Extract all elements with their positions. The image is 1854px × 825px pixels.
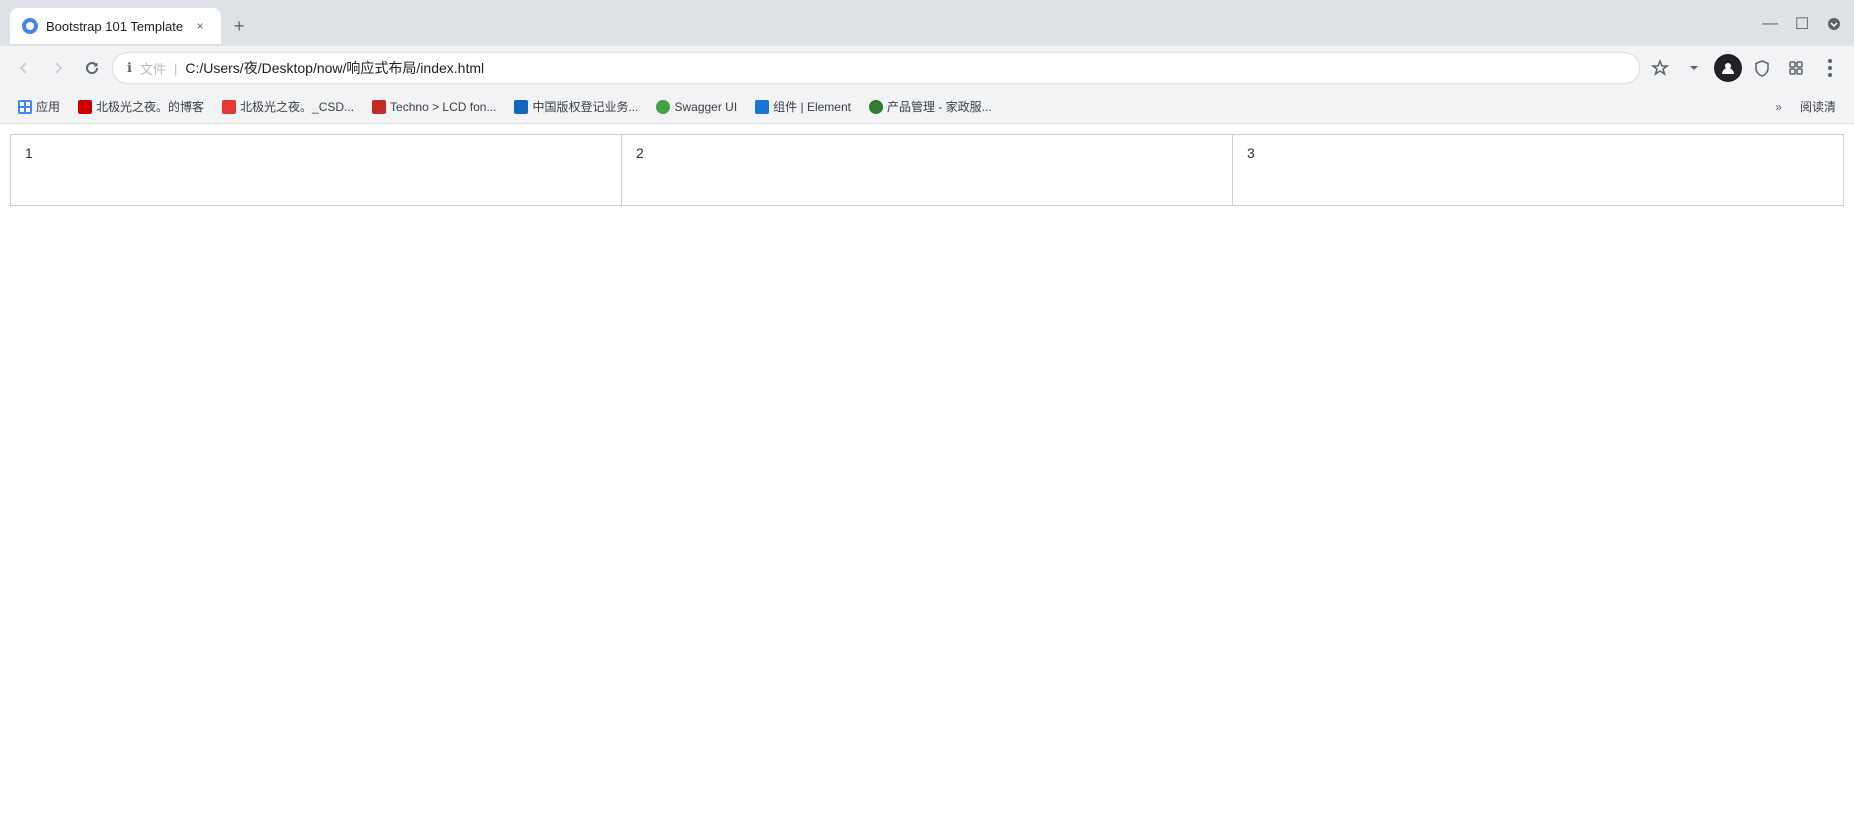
- chrome-more-menu[interactable]: [1816, 54, 1844, 82]
- refresh-button[interactable]: [78, 54, 106, 82]
- grid-cell-2: 2: [622, 135, 1233, 205]
- maximize-button[interactable]: ☐: [1792, 14, 1812, 34]
- forward-button[interactable]: [44, 54, 72, 82]
- grid-container: 1 2 3: [10, 134, 1844, 206]
- grid-cell-3: 3: [1233, 135, 1843, 205]
- address-text: C:/Users/夜/Desktop/now/响应式布局/index.html: [185, 58, 1625, 78]
- bookmark-favicon-element: [755, 100, 769, 114]
- bookmark-label-chanpin: 产品管理 - 家政服...: [887, 98, 992, 115]
- bookmark-baidu-blog[interactable]: 北极光之夜。的博客: [70, 94, 212, 119]
- bookmark-csdn[interactable]: 北极光之夜。_CSD...: [214, 94, 362, 119]
- grid-cell-1: 1: [11, 135, 622, 205]
- bookmark-label-swagger: Swagger UI: [674, 100, 737, 114]
- nav-actions: [1646, 54, 1844, 82]
- new-tab-button[interactable]: +: [225, 12, 253, 40]
- bookmark-favicon-apps: [18, 100, 32, 114]
- shield-icon[interactable]: [1748, 54, 1776, 82]
- address-pipe: |: [174, 61, 177, 76]
- minimize-button[interactable]: —: [1760, 14, 1780, 34]
- tab-bar: Bootstrap 101 Template × +: [10, 8, 1760, 44]
- chrome-menu-down-button[interactable]: [1680, 54, 1708, 82]
- bookmark-label-csdn: 北极光之夜。_CSD...: [240, 98, 354, 115]
- bookmark-favicon-zhongguo: [514, 100, 528, 114]
- bookmark-label-zhongguo: 中国版权登记业务...: [532, 98, 638, 115]
- bookmark-favicon-csdn: [222, 100, 236, 114]
- bookmark-label-apps: 应用: [36, 98, 60, 115]
- active-tab[interactable]: Bootstrap 101 Template ×: [10, 8, 221, 44]
- address-separator: 文件: [140, 59, 166, 78]
- bookmark-swagger[interactable]: Swagger UI: [648, 96, 745, 118]
- bookmark-zhongguo[interactable]: 中国版权登记业务...: [506, 94, 646, 119]
- bookmark-reading[interactable]: 阅读清: [1792, 94, 1844, 119]
- cell-3-label: 3: [1247, 145, 1255, 161]
- address-bar[interactable]: ℹ 文件 | C:/Users/夜/Desktop/now/响应式布局/inde…: [112, 52, 1640, 84]
- profile-avatar[interactable]: [1714, 54, 1742, 82]
- more-bookmarks-button[interactable]: »: [1767, 96, 1790, 118]
- bookmark-label-techno: Techno > LCD fon...: [390, 100, 496, 114]
- bookmark-element[interactable]: 组件 | Element: [747, 94, 859, 119]
- cell-1-label: 1: [25, 145, 33, 161]
- bookmark-favicon-swagger: [656, 100, 670, 114]
- tab-close-button[interactable]: ×: [191, 17, 209, 35]
- back-button[interactable]: [10, 54, 38, 82]
- bookmark-chanpin[interactable]: 产品管理 - 家政服...: [861, 94, 1000, 119]
- window-controls: — ☐: [1760, 14, 1844, 38]
- bookmark-star-button[interactable]: [1646, 54, 1674, 82]
- page-content: 1 2 3: [0, 124, 1854, 216]
- tab-favicon: [22, 18, 38, 34]
- cell-2-label: 2: [636, 145, 644, 161]
- bookmark-favicon-chanpin: [869, 100, 883, 114]
- bookmark-label-reading: 阅读清: [1800, 98, 1836, 115]
- title-bar: Bootstrap 101 Template × + — ☐: [0, 0, 1854, 46]
- bookmark-apps[interactable]: 应用: [10, 94, 68, 119]
- bookmark-favicon-techno: [372, 100, 386, 114]
- tab-title: Bootstrap 101 Template: [46, 19, 183, 34]
- close-window-button[interactable]: [1824, 14, 1844, 34]
- address-info-icon: ℹ: [127, 60, 132, 76]
- bookmark-label-baidu: 北极光之夜。的博客: [96, 98, 204, 115]
- bookmark-favicon-baidu: [78, 100, 92, 114]
- browser-chrome: Bootstrap 101 Template × + — ☐ ℹ 文件: [0, 0, 1854, 124]
- bookmarks-bar: 应用 北极光之夜。的博客 北极光之夜。_CSD... Techno > LCD …: [0, 90, 1854, 124]
- bookmark-techno[interactable]: Techno > LCD fon...: [364, 96, 504, 118]
- bookmark-label-element: 组件 | Element: [773, 98, 851, 115]
- navigation-bar: ℹ 文件 | C:/Users/夜/Desktop/now/响应式布局/inde…: [0, 46, 1854, 90]
- extension-puzzle-icon[interactable]: [1782, 54, 1810, 82]
